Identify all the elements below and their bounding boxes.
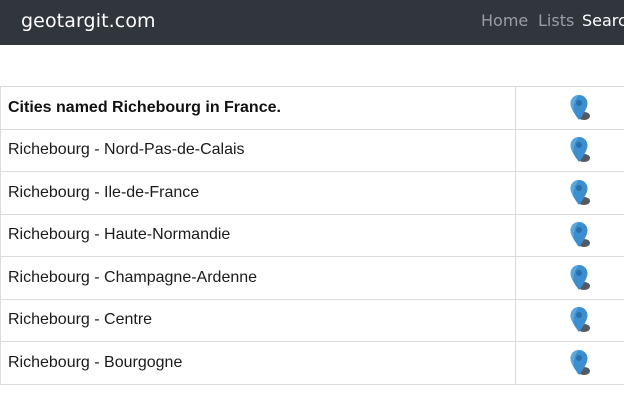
city-name-cell: Richebourg - Champagne-Ardenne bbox=[0, 256, 517, 300]
city-name-cell: Richebourg - Nord-Pas-de-Calais bbox=[0, 128, 517, 172]
table-header-title: Cities named Richebourg in France. bbox=[0, 86, 517, 130]
map-pin-icon[interactable] bbox=[569, 349, 593, 377]
pin-cell bbox=[515, 256, 624, 300]
cities-table: Cities named Richebourg in France. Riche… bbox=[0, 86, 624, 385]
city-name-cell: Richebourg - Centre bbox=[0, 298, 517, 342]
map-pin-icon[interactable] bbox=[569, 136, 593, 164]
map-pin-icon[interactable] bbox=[569, 221, 593, 249]
nav-search-link[interactable]: Search bbox=[582, 11, 624, 31]
brand-logo-link[interactable]: geotargit.com bbox=[21, 10, 156, 32]
pin-cell bbox=[515, 341, 624, 385]
table-row: Richebourg - Haute-Normandie bbox=[0, 213, 624, 257]
table-row: Richebourg - Centre bbox=[0, 298, 624, 342]
map-pin-icon[interactable] bbox=[569, 179, 593, 207]
city-name-cell: Richebourg - Haute-Normandie bbox=[0, 213, 517, 257]
table-row: Richebourg - Nord-Pas-de-Calais bbox=[0, 128, 624, 172]
pin-cell bbox=[515, 298, 624, 342]
nav-lists-link[interactable]: Lists bbox=[538, 11, 574, 31]
table-row: Richebourg - Bourgogne bbox=[0, 341, 624, 385]
map-pin-icon[interactable] bbox=[569, 94, 593, 122]
map-pin-icon[interactable] bbox=[569, 264, 593, 292]
map-pin-icon[interactable] bbox=[569, 306, 593, 334]
table-header-row: Cities named Richebourg in France. bbox=[0, 86, 624, 130]
top-navbar: geotargit.com Home Lists Search bbox=[0, 0, 624, 45]
pin-cell bbox=[515, 128, 624, 172]
nav-home-link[interactable]: Home bbox=[481, 11, 528, 31]
city-name-cell: Richebourg - Ile-de-France bbox=[0, 171, 517, 215]
pin-cell bbox=[515, 171, 624, 215]
table-row: Richebourg - Champagne-Ardenne bbox=[0, 256, 624, 300]
city-name-cell: Richebourg - Bourgogne bbox=[0, 341, 517, 385]
header-pin-cell bbox=[515, 86, 624, 130]
pin-cell bbox=[515, 213, 624, 257]
table-row: Richebourg - Ile-de-France bbox=[0, 171, 624, 215]
